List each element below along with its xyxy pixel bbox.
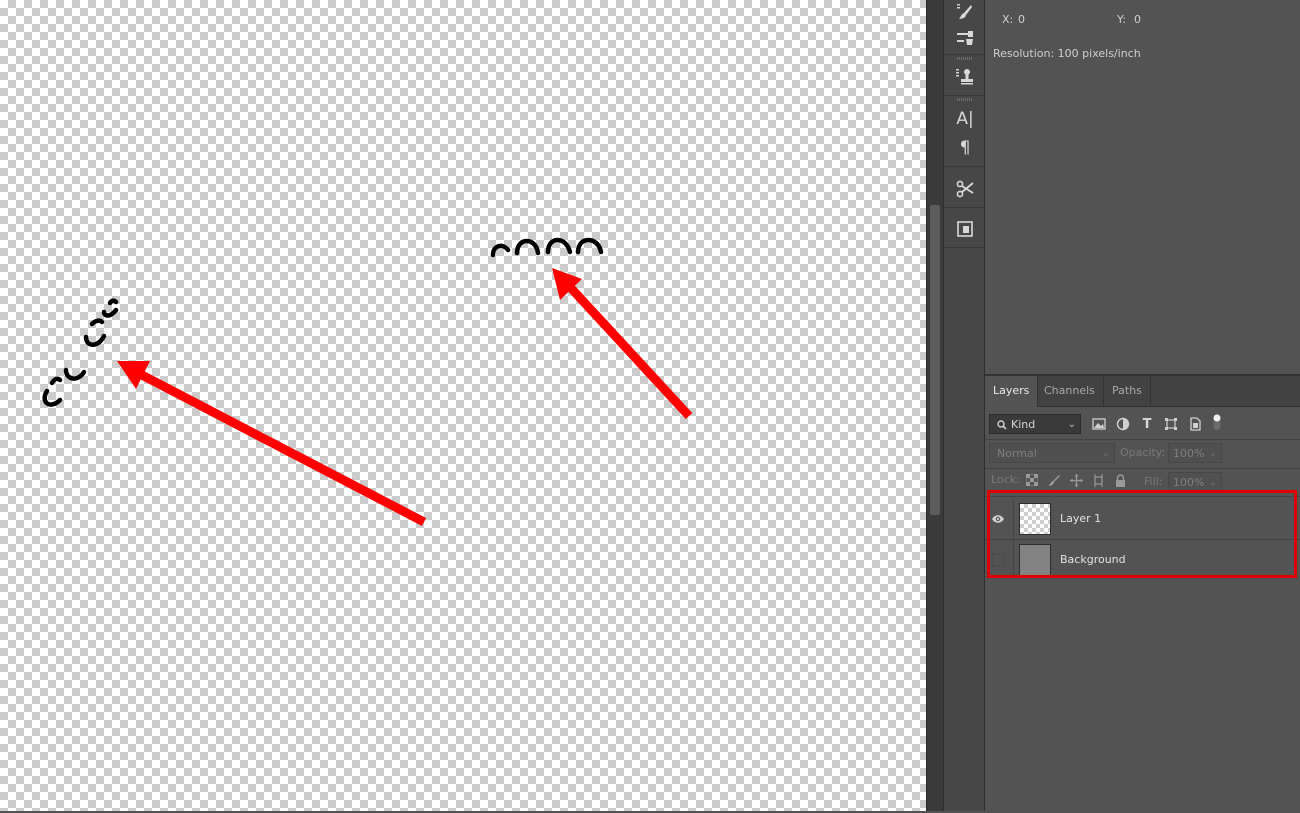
layer-row-background[interactable]: Background xyxy=(985,540,1300,580)
chevron-down-icon: ⌄ xyxy=(1101,448,1110,459)
brush-settings-icon[interactable] xyxy=(952,0,978,24)
brush-presets-icon[interactable] xyxy=(952,26,978,50)
x-value: 0 xyxy=(1018,13,1025,26)
lock-divider xyxy=(985,496,1300,497)
panel-icon-strip: A| ¶ xyxy=(943,0,985,811)
visibility-toggle[interactable] xyxy=(990,552,1006,568)
tab-channels[interactable]: Channels xyxy=(1036,376,1104,406)
canvas-vertical-scrollbar[interactable] xyxy=(926,0,943,811)
strip-grip[interactable] xyxy=(957,98,973,101)
strip-divider xyxy=(944,207,984,208)
opacity-input[interactable]: 100% ⌄ xyxy=(1168,443,1222,463)
opacity-value: 100% xyxy=(1173,447,1205,460)
strip-divider xyxy=(944,54,984,55)
opacity-label: Opacity: xyxy=(1120,446,1166,459)
blend-mode-select[interactable]: Normal ⌄ xyxy=(989,443,1115,463)
lock-transparent-pixels-icon[interactable] xyxy=(1025,473,1039,487)
search-icon xyxy=(996,415,1007,442)
type-filter-icon[interactable]: T xyxy=(1139,416,1155,432)
adjustment-filter-icon[interactable] xyxy=(1115,416,1131,432)
y-value: 0 xyxy=(1134,13,1141,26)
scrollbar-thumb[interactable] xyxy=(930,205,940,515)
blend-mode-value: Normal xyxy=(997,447,1037,460)
strip-divider xyxy=(944,166,984,167)
character-glyph: A| xyxy=(956,109,974,129)
resolution-text: Resolution: 100 pixels/inch xyxy=(993,47,1141,60)
layer-name[interactable]: Layer 1 xyxy=(1060,499,1101,539)
annotation-arrow-left xyxy=(117,361,427,526)
row-divider xyxy=(1013,540,1014,580)
tool-presets-icon[interactable] xyxy=(952,177,978,201)
paragraph-icon[interactable]: ¶ xyxy=(952,136,978,160)
tab-layers[interactable]: Layers xyxy=(985,376,1039,407)
character-icon[interactable]: A| xyxy=(952,107,978,131)
lock-artboard-icon[interactable] xyxy=(1091,473,1105,487)
fill-value: 100% xyxy=(1173,476,1205,489)
row-divider xyxy=(1013,499,1014,539)
lock-all-icon[interactable] xyxy=(1113,473,1127,487)
chevron-down-icon: ⌄ xyxy=(1208,477,1217,488)
filter-divider xyxy=(985,439,1300,440)
brush-stroke-left xyxy=(42,298,119,407)
image-filter-icon[interactable] xyxy=(1091,416,1107,432)
layer-filter-select[interactable]: Kind ⌄ xyxy=(989,414,1081,434)
strip-divider xyxy=(944,247,984,248)
eye-icon xyxy=(992,515,1004,523)
tab-paths[interactable]: Paths xyxy=(1104,376,1151,406)
canvas-artwork xyxy=(42,237,693,526)
smart-object-filter-icon[interactable] xyxy=(1187,416,1203,432)
properties-icon[interactable] xyxy=(952,217,978,241)
lock-label: Lock: xyxy=(991,473,1020,486)
strip-divider xyxy=(944,95,984,96)
visibility-off-box xyxy=(991,553,1005,567)
brush-stroke-right xyxy=(490,237,604,258)
clone-source-icon[interactable] xyxy=(952,64,978,88)
panel-tabs: Layers Channels Paths xyxy=(985,376,1300,407)
strip-grip[interactable] xyxy=(957,57,973,60)
blend-divider xyxy=(985,468,1300,469)
layer-thumbnail[interactable] xyxy=(1019,544,1051,576)
y-label: Y: xyxy=(1117,13,1126,26)
shape-filter-icon[interactable] xyxy=(1163,416,1179,432)
annotation-arrow-right xyxy=(552,268,693,420)
x-label: X: xyxy=(1002,13,1014,26)
fill-label: Fill: xyxy=(1144,475,1163,488)
filter-kind-label: Kind xyxy=(1011,418,1036,431)
lock-image-pixels-icon[interactable] xyxy=(1047,473,1061,487)
layer-name[interactable]: Background xyxy=(1060,540,1126,580)
fill-input[interactable]: 100% ⌄ xyxy=(1168,472,1222,492)
document-canvas[interactable] xyxy=(0,0,926,811)
chevron-down-icon: ⌄ xyxy=(1208,448,1217,459)
paragraph-glyph: ¶ xyxy=(959,138,971,158)
filter-toggle-icon[interactable] xyxy=(1209,414,1225,430)
chevron-down-icon: ⌄ xyxy=(1067,419,1076,430)
visibility-toggle[interactable] xyxy=(990,511,1006,527)
layers-panel: Layers Channels Paths Kind ⌄ T Normal ⌄ … xyxy=(985,374,1300,813)
lock-position-icon[interactable] xyxy=(1069,473,1083,487)
layer-row-layer-1[interactable]: Layer 1 xyxy=(985,499,1300,539)
layer-thumbnail[interactable] xyxy=(1019,503,1051,535)
info-panel: X: 0 Y: 0 Resolution: 100 pixels/inch xyxy=(985,0,1300,373)
